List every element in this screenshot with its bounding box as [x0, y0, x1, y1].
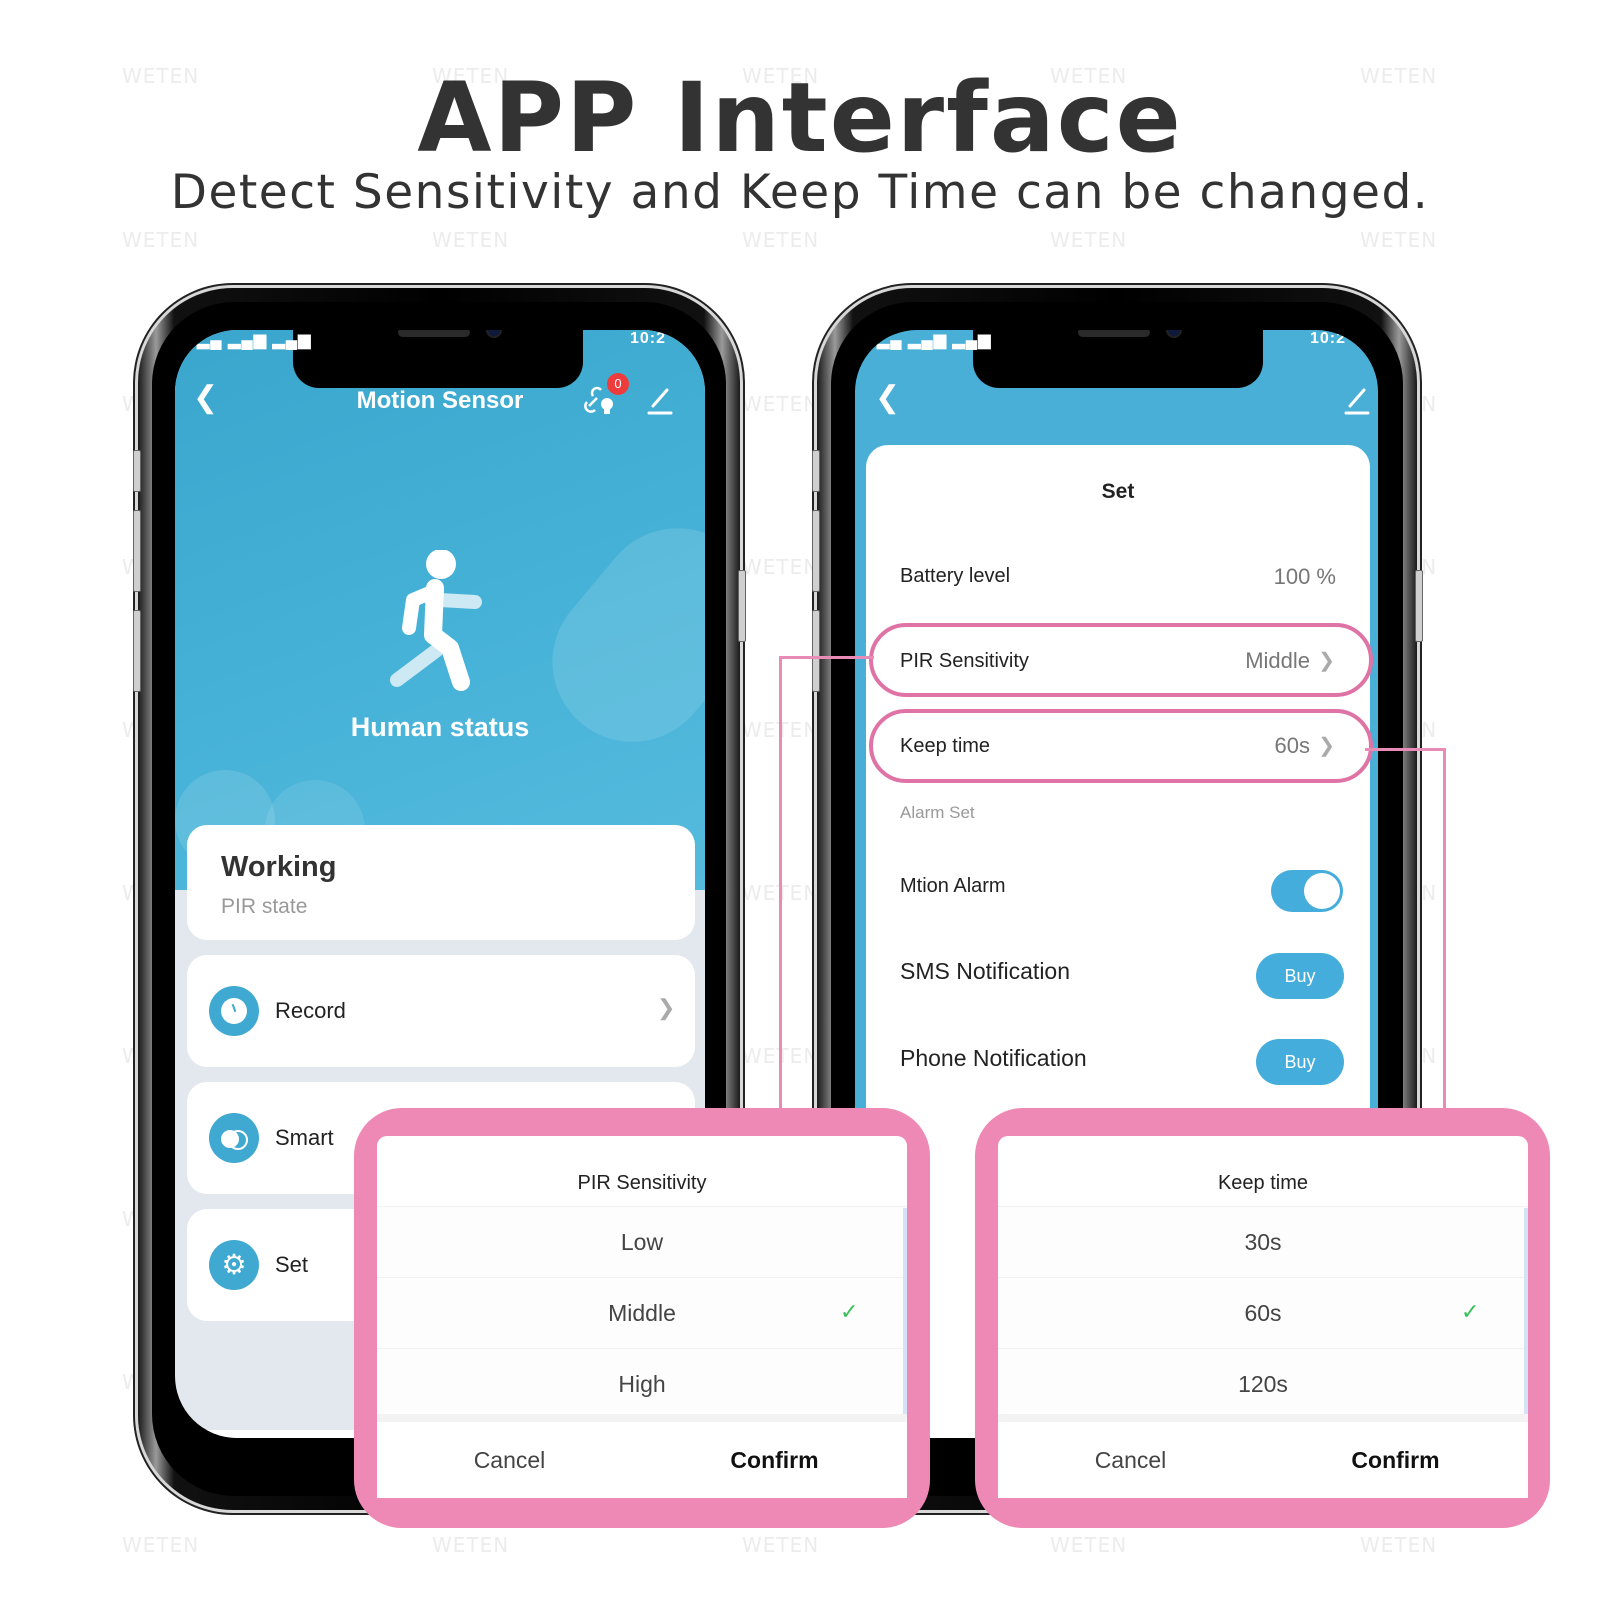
menu-label: Set — [275, 1252, 309, 1277]
dialog-footer: Cancel Confirm — [998, 1414, 1528, 1498]
gear-icon: ⚙ — [209, 1240, 259, 1290]
volume-up-button — [133, 510, 141, 592]
watermark-text: WETEN — [742, 555, 820, 579]
option-middle[interactable]: Middle — [377, 1277, 907, 1348]
battery-label: Battery level — [900, 565, 1011, 587]
watermark-text: WETEN — [122, 1533, 200, 1557]
section-header: Alarm Set — [900, 803, 975, 822]
cancel-button[interactable]: Cancel — [998, 1422, 1263, 1498]
sms-notification-label: SMS Notification — [900, 958, 1071, 984]
check-icon: ✓ — [1461, 1299, 1480, 1324]
watermark-text: WETEN — [432, 228, 510, 252]
toggle-circles-icon — [209, 1113, 259, 1163]
watermark-text: WETEN — [742, 392, 820, 416]
option-label: 60s — [1244, 1300, 1282, 1326]
pencil-icon[interactable] — [645, 382, 675, 416]
notch — [293, 330, 583, 388]
dialog-title: Keep time — [1217, 1172, 1309, 1194]
pencil-icon[interactable] — [1342, 382, 1372, 416]
menu-label: Smart — [275, 1125, 334, 1150]
watermark-text: WETEN — [122, 228, 200, 252]
option-60s[interactable]: 60s — [998, 1277, 1528, 1348]
pir-sensitivity-dialog: PIR Sensitivity Low Middle ✓ High Cancel… — [377, 1136, 907, 1498]
watermark-text: WETEN — [1050, 228, 1128, 252]
motion-alarm-label: Mtion Alarm — [900, 875, 1006, 897]
volume-button — [133, 450, 141, 492]
phone-notification-label: Phone Notification — [900, 1045, 1087, 1071]
pir-state-value: Working — [221, 851, 337, 883]
page-title: APP Interface — [417, 62, 1183, 174]
power-button — [1415, 570, 1423, 642]
option-label: Middle — [608, 1300, 676, 1326]
cancel-button[interactable]: Cancel — [377, 1422, 642, 1498]
walking-person-icon — [385, 549, 495, 700]
check-icon: ✓ — [840, 1299, 859, 1324]
human-status-label: Human status — [350, 712, 530, 742]
option-low[interactable]: Low — [377, 1206, 907, 1277]
menu-label: Record — [275, 998, 346, 1023]
page-subtitle: Detect Sensitivity and Keep Time can be … — [170, 165, 1430, 220]
option-120s[interactable]: 120s — [998, 1348, 1528, 1419]
chevron-right-icon: ❯ — [657, 995, 676, 1020]
pir-state-card: Working PIR state — [187, 825, 695, 940]
sms-buy-button[interactable]: Buy — [1256, 953, 1344, 999]
phone-buy-button[interactable]: Buy — [1256, 1039, 1344, 1085]
power-button — [738, 570, 746, 642]
confirm-button[interactable]: Confirm — [1263, 1422, 1528, 1498]
notch — [973, 330, 1263, 388]
device-title: Motion Sensor — [356, 387, 524, 414]
watermark-text: WETEN — [742, 1533, 820, 1557]
volume-down-button — [133, 610, 141, 692]
watermark-text: WETEN — [1050, 1533, 1128, 1557]
option-30s[interactable]: 30s — [998, 1206, 1528, 1277]
pir-row-highlight — [869, 623, 1373, 697]
notification-badge: 0 — [607, 373, 629, 395]
volume-up-button — [812, 510, 820, 592]
volume-button — [812, 450, 820, 492]
pir-connector-line — [779, 656, 874, 1119]
watermark-text: WETEN — [1360, 1533, 1438, 1557]
keep-row-highlight — [869, 709, 1373, 783]
confirm-button[interactable]: Confirm — [642, 1422, 907, 1498]
watermark-text: WETEN — [742, 228, 820, 252]
menu-item-record[interactable]: Record ❯ — [187, 955, 695, 1067]
chevron-left-icon[interactable]: ❮ — [193, 380, 218, 415]
keep-time-dialog: Keep time 30s 60s ✓ 120s Cancel Confirm — [998, 1136, 1528, 1498]
watermark-text: WETEN — [1360, 228, 1438, 252]
signal-icon: ▂▄ ▂▄▆ ▂▄▆ — [197, 332, 312, 349]
status-time: 10:2 — [1310, 330, 1347, 347]
signal-icon: ▂▄ ▂▄▆ ▂▄▆ — [877, 332, 992, 349]
dialog-title: PIR Sensitivity — [577, 1172, 707, 1194]
panel-title: Set — [1101, 480, 1135, 503]
keep-connector-line — [1365, 748, 1446, 1119]
chevron-left-icon[interactable]: ❮ — [875, 380, 900, 415]
dialog-footer: Cancel Confirm — [377, 1414, 907, 1498]
scrollbar[interactable] — [1524, 1208, 1528, 1418]
status-time: 10:2 — [630, 330, 667, 347]
pir-state-caption: PIR state — [221, 895, 308, 918]
watermark-text: WETEN — [432, 1533, 510, 1557]
option-high[interactable]: High — [377, 1348, 907, 1419]
scrollbar[interactable] — [903, 1208, 907, 1418]
battery-value: 100 % — [1273, 564, 1336, 589]
motion-alarm-toggle[interactable] — [1271, 870, 1343, 912]
clock-icon — [209, 986, 259, 1036]
